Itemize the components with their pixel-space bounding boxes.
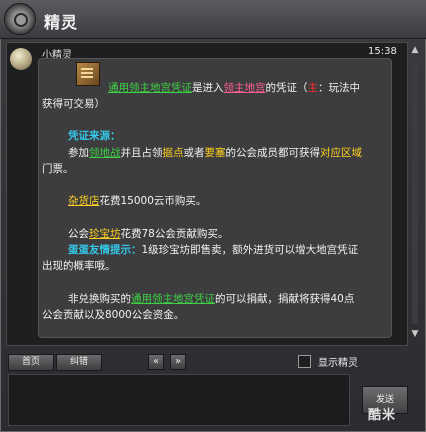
shop-link[interactable]: 杂货店 (68, 195, 100, 207)
message-line-6: 杂货店花费15000云币购买。 (68, 195, 207, 207)
message-input[interactable] (8, 374, 350, 426)
home-button[interactable]: 首页 (8, 354, 54, 371)
message-line-10: 非兑换购买的通用领主地宫凭证的可以捐献，捐献将获得40点 (68, 293, 355, 305)
location-link[interactable]: 领主地宫 (224, 82, 266, 94)
correct-button[interactable]: 纠错 (56, 354, 102, 371)
source-heading: 凭证来源： (68, 130, 121, 142)
message-line-7: 公会珍宝坊花费78公会贡献购买。 (68, 228, 229, 240)
show-elf-label: 显示精灵 (318, 358, 358, 369)
message-timestamp: 15:38 (368, 46, 397, 57)
elf-avatar (10, 48, 32, 70)
scroll-up-arrow-icon[interactable]: ▲ (409, 44, 421, 56)
item-link[interactable]: 通用领主地宫凭证 (108, 82, 192, 94)
chat-scrollbar[interactable] (412, 60, 418, 324)
watermark-logo: 酷米 (368, 408, 397, 423)
treasure-shop-link[interactable]: 珍宝坊 (89, 228, 121, 240)
scroll-item-icon[interactable] (76, 62, 100, 86)
message-line-1: 通用领主地宫凭证是进入领主地宫的凭证（主：玩法中 (108, 82, 360, 94)
message-line-4: 参加领地战并且占领据点或者要塞的公会成员都可获得对应区域 (68, 147, 362, 159)
message-line-2: 获得可交易） (42, 98, 105, 110)
scroll-down-arrow-icon[interactable]: ▼ (409, 328, 421, 340)
item-link-2[interactable]: 通用领主地宫凭证 (131, 293, 215, 305)
prev-page-button[interactable]: « (148, 354, 164, 370)
window-title: 精灵 (44, 13, 79, 32)
settings-gear-icon[interactable] (4, 3, 36, 35)
show-elf-checkbox[interactable] (298, 355, 311, 368)
message-line-5: 门票。 (42, 163, 74, 175)
message-line-8: 蛋蛋友情提示：1级珍宝坊即售卖，额外进货可以增大地宫凭证 (68, 244, 359, 256)
message-line-11: 公会贡献以及8000公会资金。 (42, 309, 185, 321)
message-line-9: 出现的概率哦。 (42, 260, 116, 272)
next-page-button[interactable]: » (170, 354, 186, 370)
territory-war-link[interactable]: 领地战 (89, 147, 121, 159)
title-bar: 精灵 (0, 0, 426, 39)
